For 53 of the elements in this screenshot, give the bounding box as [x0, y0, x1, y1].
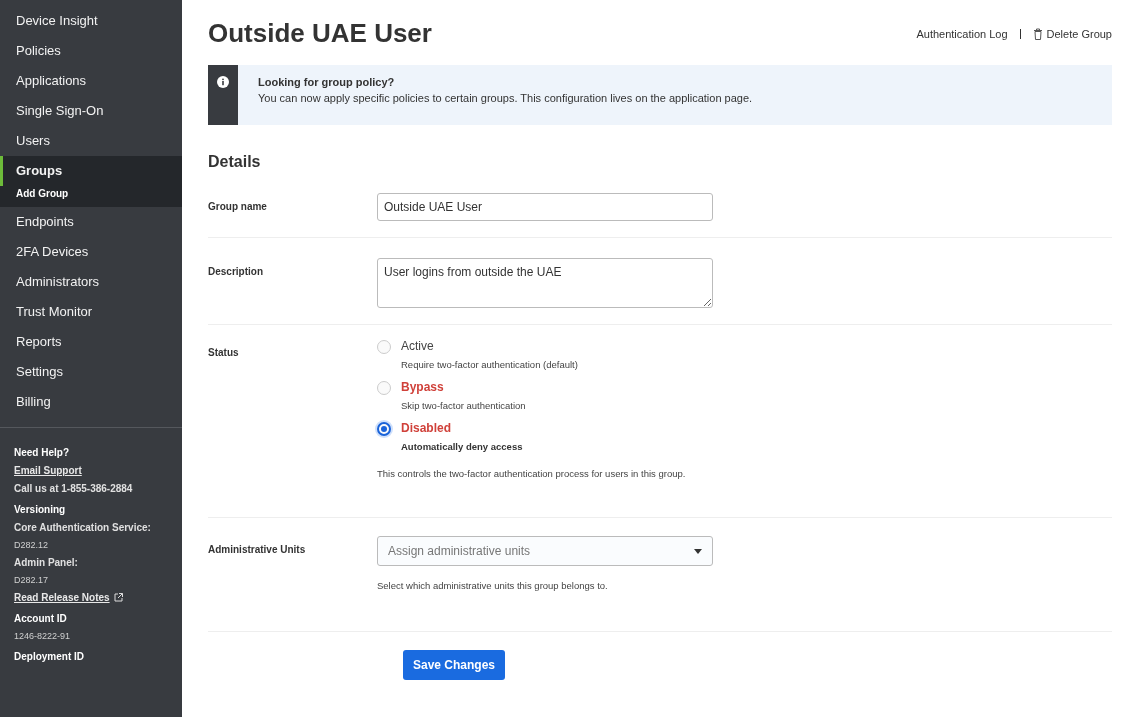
sidebar-item[interactable]: 2FA Devices	[0, 237, 182, 267]
sidebar-item[interactable]: Single Sign-On	[0, 96, 182, 126]
version-text: D282.12	[14, 540, 50, 550]
trash-icon[interactable]	[1032, 27, 1043, 40]
help-text: This controls the two-factor authentication process for users in this group.	[377, 468, 686, 479]
version-text: D282.17	[14, 575, 50, 585]
radio-label[interactable]: Bypass	[401, 380, 526, 394]
field-label: Administrative Units	[208, 543, 307, 557]
sidebar-item[interactable]: Administrators	[0, 267, 182, 297]
sidebar-item[interactable]: Reports	[0, 327, 182, 357]
sidebar-text: Call us at 1-855-386-2884	[14, 483, 134, 494]
external-link-icon	[113, 593, 123, 602]
option-description: Automatically deny access	[401, 441, 523, 452]
sidebar-item[interactable]: Settings	[0, 357, 182, 387]
field-label: Status	[208, 346, 240, 360]
option-description: Require two-factor authentication (default)	[401, 359, 578, 370]
sidebar-item[interactable]: Users	[0, 126, 182, 156]
sidebar-item[interactable]: Policies	[0, 36, 182, 66]
description-field[interactable]: User logins from outside the UAE	[377, 258, 713, 308]
sidebar-text: Admin Panel:	[14, 557, 79, 568]
sidebar-item[interactable]: Endpoints	[0, 207, 182, 237]
radio-label[interactable]: Disabled	[401, 421, 523, 435]
sidebar-item[interactable]: Billing	[0, 387, 182, 417]
caret-icon	[694, 548, 702, 554]
help-heading: Deployment ID	[14, 651, 85, 662]
help-heading: Versioning	[14, 504, 67, 515]
option-description: Skip two-factor authentication	[401, 400, 526, 411]
authentication-log-link[interactable]: Authentication Log	[916, 27, 1008, 40]
sidebar-item[interactable]: Applications	[0, 66, 182, 96]
banner-title: Looking for group policy?	[258, 76, 396, 88]
section-heading: Details	[208, 153, 262, 171]
sidebar-item[interactable]: Device Insight	[0, 6, 182, 36]
help-heading: Account ID	[14, 613, 68, 624]
field-label: Description	[208, 265, 264, 279]
help-text: Select which administrative units this group belongs to.	[377, 580, 609, 591]
sidebar-item[interactable]: Groups	[0, 156, 182, 186]
group-name-field[interactable]: Outside UAE User	[377, 193, 713, 221]
sidebar-item[interactable]: Trust Monitor	[0, 297, 182, 327]
radio-button[interactable]	[377, 422, 391, 436]
banner-text: You can now apply specific policies to certain groups. This configuration lives on the application page.	[258, 92, 753, 104]
administrative-units-dropdown[interactable]: Assign administrative units	[377, 536, 713, 566]
page-title: Outside UAE User	[208, 18, 432, 49]
email-support-link[interactable]: Email Support	[14, 465, 168, 476]
sidebar-text: Core Authentication Service:	[14, 522, 152, 533]
save-changes-button[interactable]: Save Changes	[403, 650, 505, 680]
version-text: 1246-8222-91	[14, 631, 72, 641]
sidebar-subitem[interactable]: Add Group	[0, 186, 182, 207]
field-label: Group name	[208, 200, 268, 214]
radio-label[interactable]: Active	[401, 339, 578, 353]
info-icon	[217, 76, 229, 88]
release-notes-link[interactable]: Read Release Notes	[14, 592, 110, 603]
help-heading: Need Help?	[14, 447, 70, 458]
delete-group-link[interactable]: Delete Group	[1046, 27, 1112, 40]
